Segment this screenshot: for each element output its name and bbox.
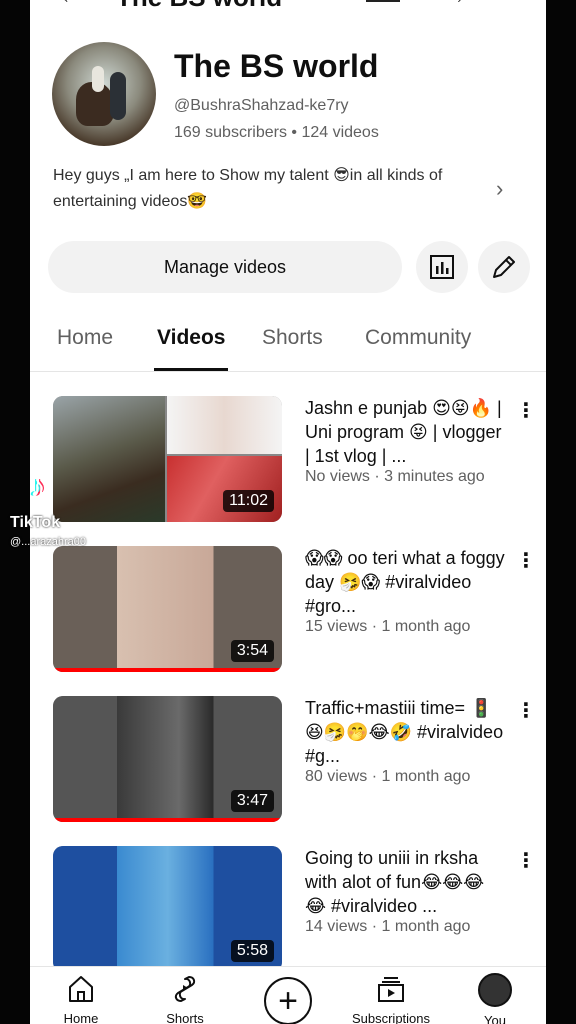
app-top-bar: ← The BS world ⌕ [30, 0, 546, 12]
video-list-item[interactable]: 11:02 Jashn e punjab 😍😝🔥 | Uni program 😝… [30, 396, 546, 526]
more-options-icon[interactable]: ⋮ [516, 698, 536, 723]
nav-you-label: You [484, 1013, 506, 1024]
back-arrow-icon[interactable]: ← [60, 0, 80, 9]
channel-description[interactable]: Hey guys „I am here to Show my talent 😎i… [53, 163, 473, 215]
bottom-navigation: Home Shorts + Subscriptions You [30, 966, 546, 1024]
more-options-icon[interactable]: ⋮ [516, 398, 536, 423]
tab-shorts[interactable]: Shorts [262, 326, 323, 350]
video-thumbnail[interactable]: 3:54 [53, 546, 282, 672]
video-meta: 14 views · 1 month ago [305, 918, 471, 935]
video-title[interactable]: Traffic+mastiii time= 🚦 😆🤧🤭😂🤣 #viralvide… [305, 696, 505, 768]
nav-shorts[interactable]: Shorts [140, 973, 230, 1024]
youtube-channel-screen: ← The BS world ⌕ The BS world @BushraSha… [30, 0, 546, 1024]
cast-icon[interactable] [366, 0, 400, 2]
video-title[interactable]: Jashn e punjab 😍😝🔥 | Uni program 😝 | vlo… [305, 396, 505, 468]
video-duration: 3:47 [230, 790, 274, 812]
nav-you[interactable]: You [450, 973, 540, 1024]
nav-home-label: Home [63, 1011, 99, 1024]
manage-videos-button[interactable]: Manage videos [48, 241, 402, 293]
video-list-item[interactable]: 3:47 Traffic+mastiii time= 🚦 😆🤧🤭😂🤣 #vira… [30, 696, 546, 826]
tiktok-logo-icon: ♪ [30, 470, 45, 503]
video-meta: No views · 3 minutes ago [305, 468, 485, 485]
watch-progress-bar [53, 668, 282, 672]
create-plus-icon[interactable]: + [264, 977, 312, 1024]
channel-avatar [52, 42, 156, 146]
video-duration: 11:02 [223, 490, 274, 512]
edit-channel-button[interactable] [478, 241, 530, 293]
video-duration: 3:54 [230, 640, 274, 662]
shorts-icon [174, 976, 196, 1002]
channel-stats: 169 subscribers • 124 videos [174, 124, 379, 141]
tab-community[interactable]: Community [365, 326, 471, 350]
video-title[interactable]: Going to uniii in rksha with alot of fun… [305, 846, 505, 918]
active-tab-indicator [154, 368, 228, 371]
video-thumbnail[interactable]: 3:47 [53, 696, 282, 822]
nav-subscriptions[interactable]: Subscriptions [346, 973, 436, 1024]
chevron-right-icon[interactable]: › [496, 176, 503, 202]
video-list-item[interactable]: 5:58 Going to uniii in rksha with alot o… [30, 846, 546, 976]
nav-subscriptions-label: Subscriptions [351, 1011, 431, 1024]
nav-home[interactable]: Home [36, 973, 126, 1024]
search-icon[interactable]: ⌕ [458, 0, 470, 8]
thumbnail-image [167, 456, 282, 522]
analytics-button[interactable] [416, 241, 468, 293]
account-avatar [478, 973, 512, 1007]
tiktok-brand-text: TikTok [10, 514, 61, 531]
tab-videos[interactable]: Videos [157, 326, 225, 350]
analytics-icon [430, 255, 454, 279]
thumbnail-image [167, 396, 282, 454]
tiktok-username: @...arazahra00 [10, 536, 86, 548]
channel-name: The BS world [174, 48, 379, 84]
video-meta: 80 views · 1 month ago [305, 768, 471, 785]
channel-handle: @BushraShahzad-ke7ry [174, 97, 349, 114]
right-letterbox [546, 0, 576, 1024]
top-bar-title: The BS world [116, 0, 282, 13]
tiktok-watermark: ♪ TikTok @...arazahra00 [8, 470, 88, 560]
avatar-person-shape [110, 72, 126, 120]
subscriptions-icon [378, 977, 404, 1002]
more-options-icon[interactable]: ⋮ [516, 848, 536, 873]
video-title[interactable]: 😱😱 oo teri what a foggy day 🤧😱 #viralvid… [305, 546, 505, 618]
video-thumbnail[interactable]: 5:58 [53, 846, 282, 972]
avatar-person-shape [92, 66, 104, 92]
nav-shorts-label: Shorts [166, 1011, 204, 1024]
channel-tabs: Home Videos Shorts Community [30, 318, 546, 372]
video-duration: 5:58 [230, 940, 274, 962]
pencil-icon [493, 256, 515, 278]
home-icon [69, 976, 93, 1002]
video-list-item[interactable]: 3:54 😱😱 oo teri what a foggy day 🤧😱 #vir… [30, 546, 546, 676]
watch-progress-bar [53, 818, 282, 822]
more-options-icon[interactable]: ⋮ [516, 548, 536, 573]
video-meta: 15 views · 1 month ago [305, 618, 471, 635]
tab-home[interactable]: Home [57, 326, 113, 350]
